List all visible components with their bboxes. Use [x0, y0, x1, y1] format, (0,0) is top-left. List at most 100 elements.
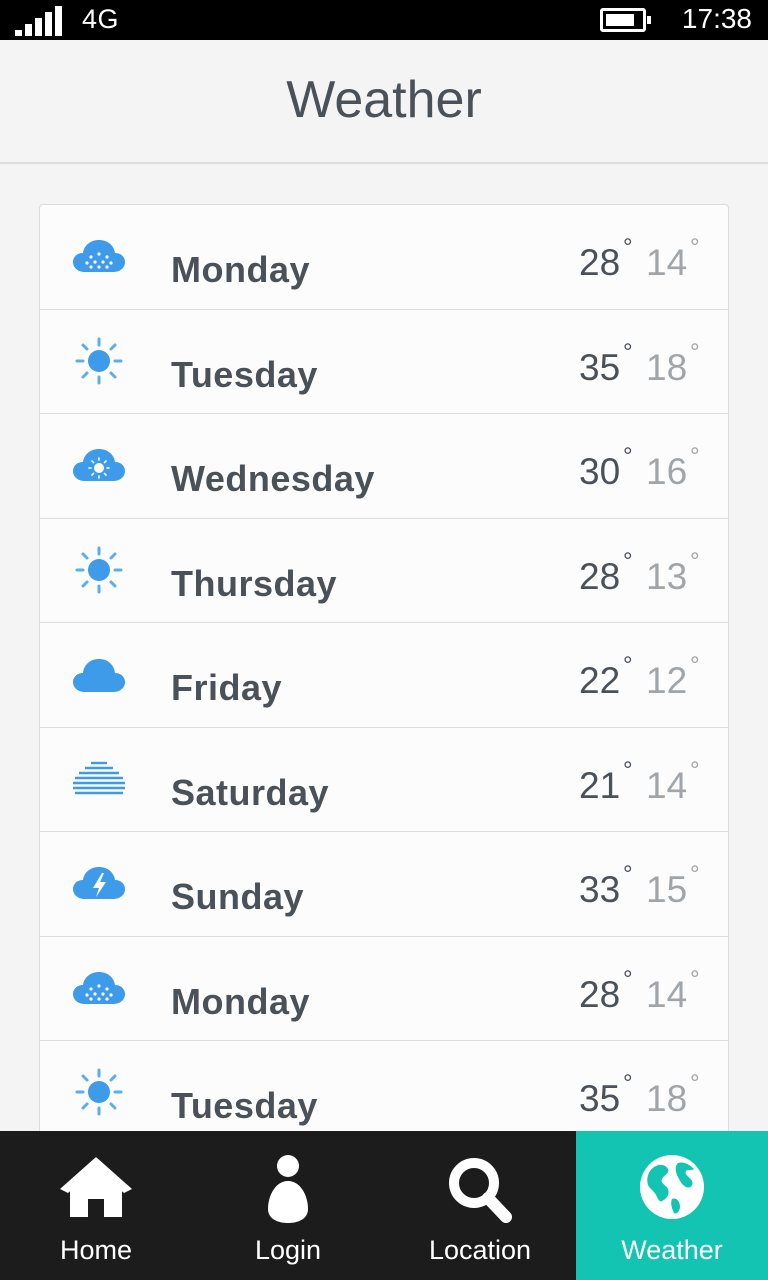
tab-location-label: Location [428, 1235, 532, 1265]
forecast-high-temp: 28 ° [579, 966, 633, 1016]
low-temp-value: 13 [646, 555, 688, 597]
high-temp-value: 33 [579, 869, 621, 910]
globe-icon [640, 1155, 704, 1219]
tab-weather-label: Weather [621, 1235, 723, 1265]
user-icon [268, 1155, 308, 1223]
battery-icon [600, 8, 651, 32]
low-temp-value: 14 [646, 764, 688, 806]
tab-home[interactable]: Home [0, 1131, 192, 1280]
forecast-row[interactable]: Monday 28 ° 14 ° [40, 937, 728, 1041]
forecast-day: Monday [171, 980, 311, 1022]
forecast-low-temp: 12 ° [646, 652, 700, 702]
forecast-high-temp: 33 ° [579, 861, 633, 911]
forecast-high-temp: 28 ° [579, 548, 633, 598]
forecast-row[interactable]: Tuesday 35 ° 18 ° [40, 1041, 728, 1131]
forecast-high-temp: 21 ° [579, 757, 633, 807]
forecast-row[interactable]: Thursday 28 ° 13 ° [40, 519, 728, 623]
forecast-day: Wednesday [171, 458, 375, 499]
cloud-icon [71, 650, 127, 698]
forecast-day: Sunday [171, 876, 305, 917]
high-temp-value: 28 [579, 242, 621, 283]
degree-symbol: ° [623, 547, 633, 575]
fog-icon [71, 755, 127, 803]
low-temp-value: 16 [646, 451, 688, 492]
forecast-row[interactable]: Wednesday 30 ° 16 ° [40, 414, 728, 519]
forecast-row[interactable]: Saturday 21 ° 14 ° [40, 728, 728, 832]
high-temp-value: 22 [579, 660, 621, 701]
low-temp-value: 14 [646, 242, 688, 283]
sun-icon [71, 337, 127, 385]
tab-login-label: Login [254, 1235, 322, 1265]
high-temp-value: 30 [579, 451, 621, 492]
forecast-day: Friday [171, 667, 283, 708]
forecast-low-temp: 14 ° [646, 966, 700, 1016]
low-temp-value: 14 [646, 973, 688, 1015]
tab-login[interactable]: Login [192, 1131, 384, 1280]
degree-symbol: ° [690, 338, 700, 366]
signal-strength-icon [15, 6, 63, 36]
forecast-low-temp: 18 ° [646, 1070, 700, 1120]
sun-cloud-icon [71, 441, 127, 489]
forecast-high-temp: 30 ° [579, 443, 633, 493]
forecast-row[interactable]: Friday 22 ° 12 ° [40, 623, 728, 728]
low-temp-value: 12 [646, 660, 688, 701]
degree-symbol: ° [623, 756, 633, 784]
degree-symbol: ° [623, 965, 633, 993]
home-icon [60, 1157, 132, 1217]
degree-symbol: ° [623, 652, 633, 679]
rain-cloud-icon [71, 964, 127, 1012]
sun-icon [71, 1068, 127, 1116]
app-header: Weather [0, 40, 768, 164]
forecast-high-temp: 22 ° [579, 652, 633, 702]
high-temp-value: 35 [579, 346, 621, 388]
forecast-high-temp: 28 ° [579, 234, 633, 284]
forecast-day: Tuesday [171, 353, 318, 395]
thunder-cloud-icon [71, 859, 127, 907]
high-temp-value: 21 [579, 764, 621, 806]
degree-symbol: ° [623, 861, 633, 888]
forecast-low-temp: 16 ° [646, 443, 700, 493]
forecast-low-temp: 13 ° [646, 548, 700, 598]
degree-symbol: ° [690, 652, 700, 679]
high-temp-value: 28 [579, 555, 621, 597]
degree-symbol: ° [690, 965, 700, 993]
high-temp-value: 28 [579, 973, 621, 1015]
network-type: 4G [82, 4, 120, 34]
forecast-high-temp: 35 ° [579, 339, 633, 389]
degree-symbol: ° [623, 1070, 633, 1097]
sun-icon [71, 546, 127, 594]
forecast-day: Tuesday [171, 1085, 318, 1126]
low-temp-value: 15 [646, 869, 688, 910]
low-temp-value: 18 [646, 346, 688, 388]
page-title: Weather [286, 71, 482, 129]
low-temp-value: 18 [646, 1078, 688, 1119]
status-bar: 4G 17:38 [0, 0, 768, 40]
forecast-list[interactable]: Monday 28 ° 14 ° Tuesday 35 ° 18 ° Wednesday 30 ° 16 °… [39, 204, 729, 1131]
rain-cloud-icon [71, 232, 127, 280]
forecast-low-temp: 15 ° [646, 861, 700, 911]
tab-home-label: Home [59, 1235, 133, 1265]
forecast-row[interactable]: Monday 28 ° 14 ° [40, 205, 728, 310]
degree-symbol: ° [690, 1070, 700, 1097]
bottom-tab-bar: Home Login Location Weather [0, 1131, 768, 1280]
forecast-low-temp: 18 ° [646, 339, 700, 389]
forecast-high-temp: 35 ° [579, 1070, 633, 1120]
forecast-row[interactable]: Tuesday 35 ° 18 ° [40, 310, 728, 414]
forecast-row[interactable]: Sunday 33 ° 15 ° [40, 832, 728, 937]
forecast-day: Monday [171, 249, 311, 290]
forecast-low-temp: 14 ° [646, 234, 700, 284]
forecast-day: Thursday [171, 562, 338, 604]
forecast-day: Saturday [171, 771, 330, 813]
degree-symbol: ° [623, 443, 633, 470]
tab-location[interactable]: Location [384, 1131, 576, 1280]
forecast-low-temp: 14 ° [646, 757, 700, 807]
degree-symbol: ° [690, 234, 700, 261]
high-temp-value: 35 [579, 1078, 621, 1119]
degree-symbol: ° [623, 234, 633, 261]
status-time: 17:38 [681, 3, 752, 34]
degree-symbol: ° [690, 756, 700, 784]
tab-weather[interactable]: Weather [576, 1131, 768, 1280]
search-icon [449, 1158, 512, 1223]
degree-symbol: ° [690, 443, 700, 470]
degree-symbol: ° [690, 547, 700, 575]
